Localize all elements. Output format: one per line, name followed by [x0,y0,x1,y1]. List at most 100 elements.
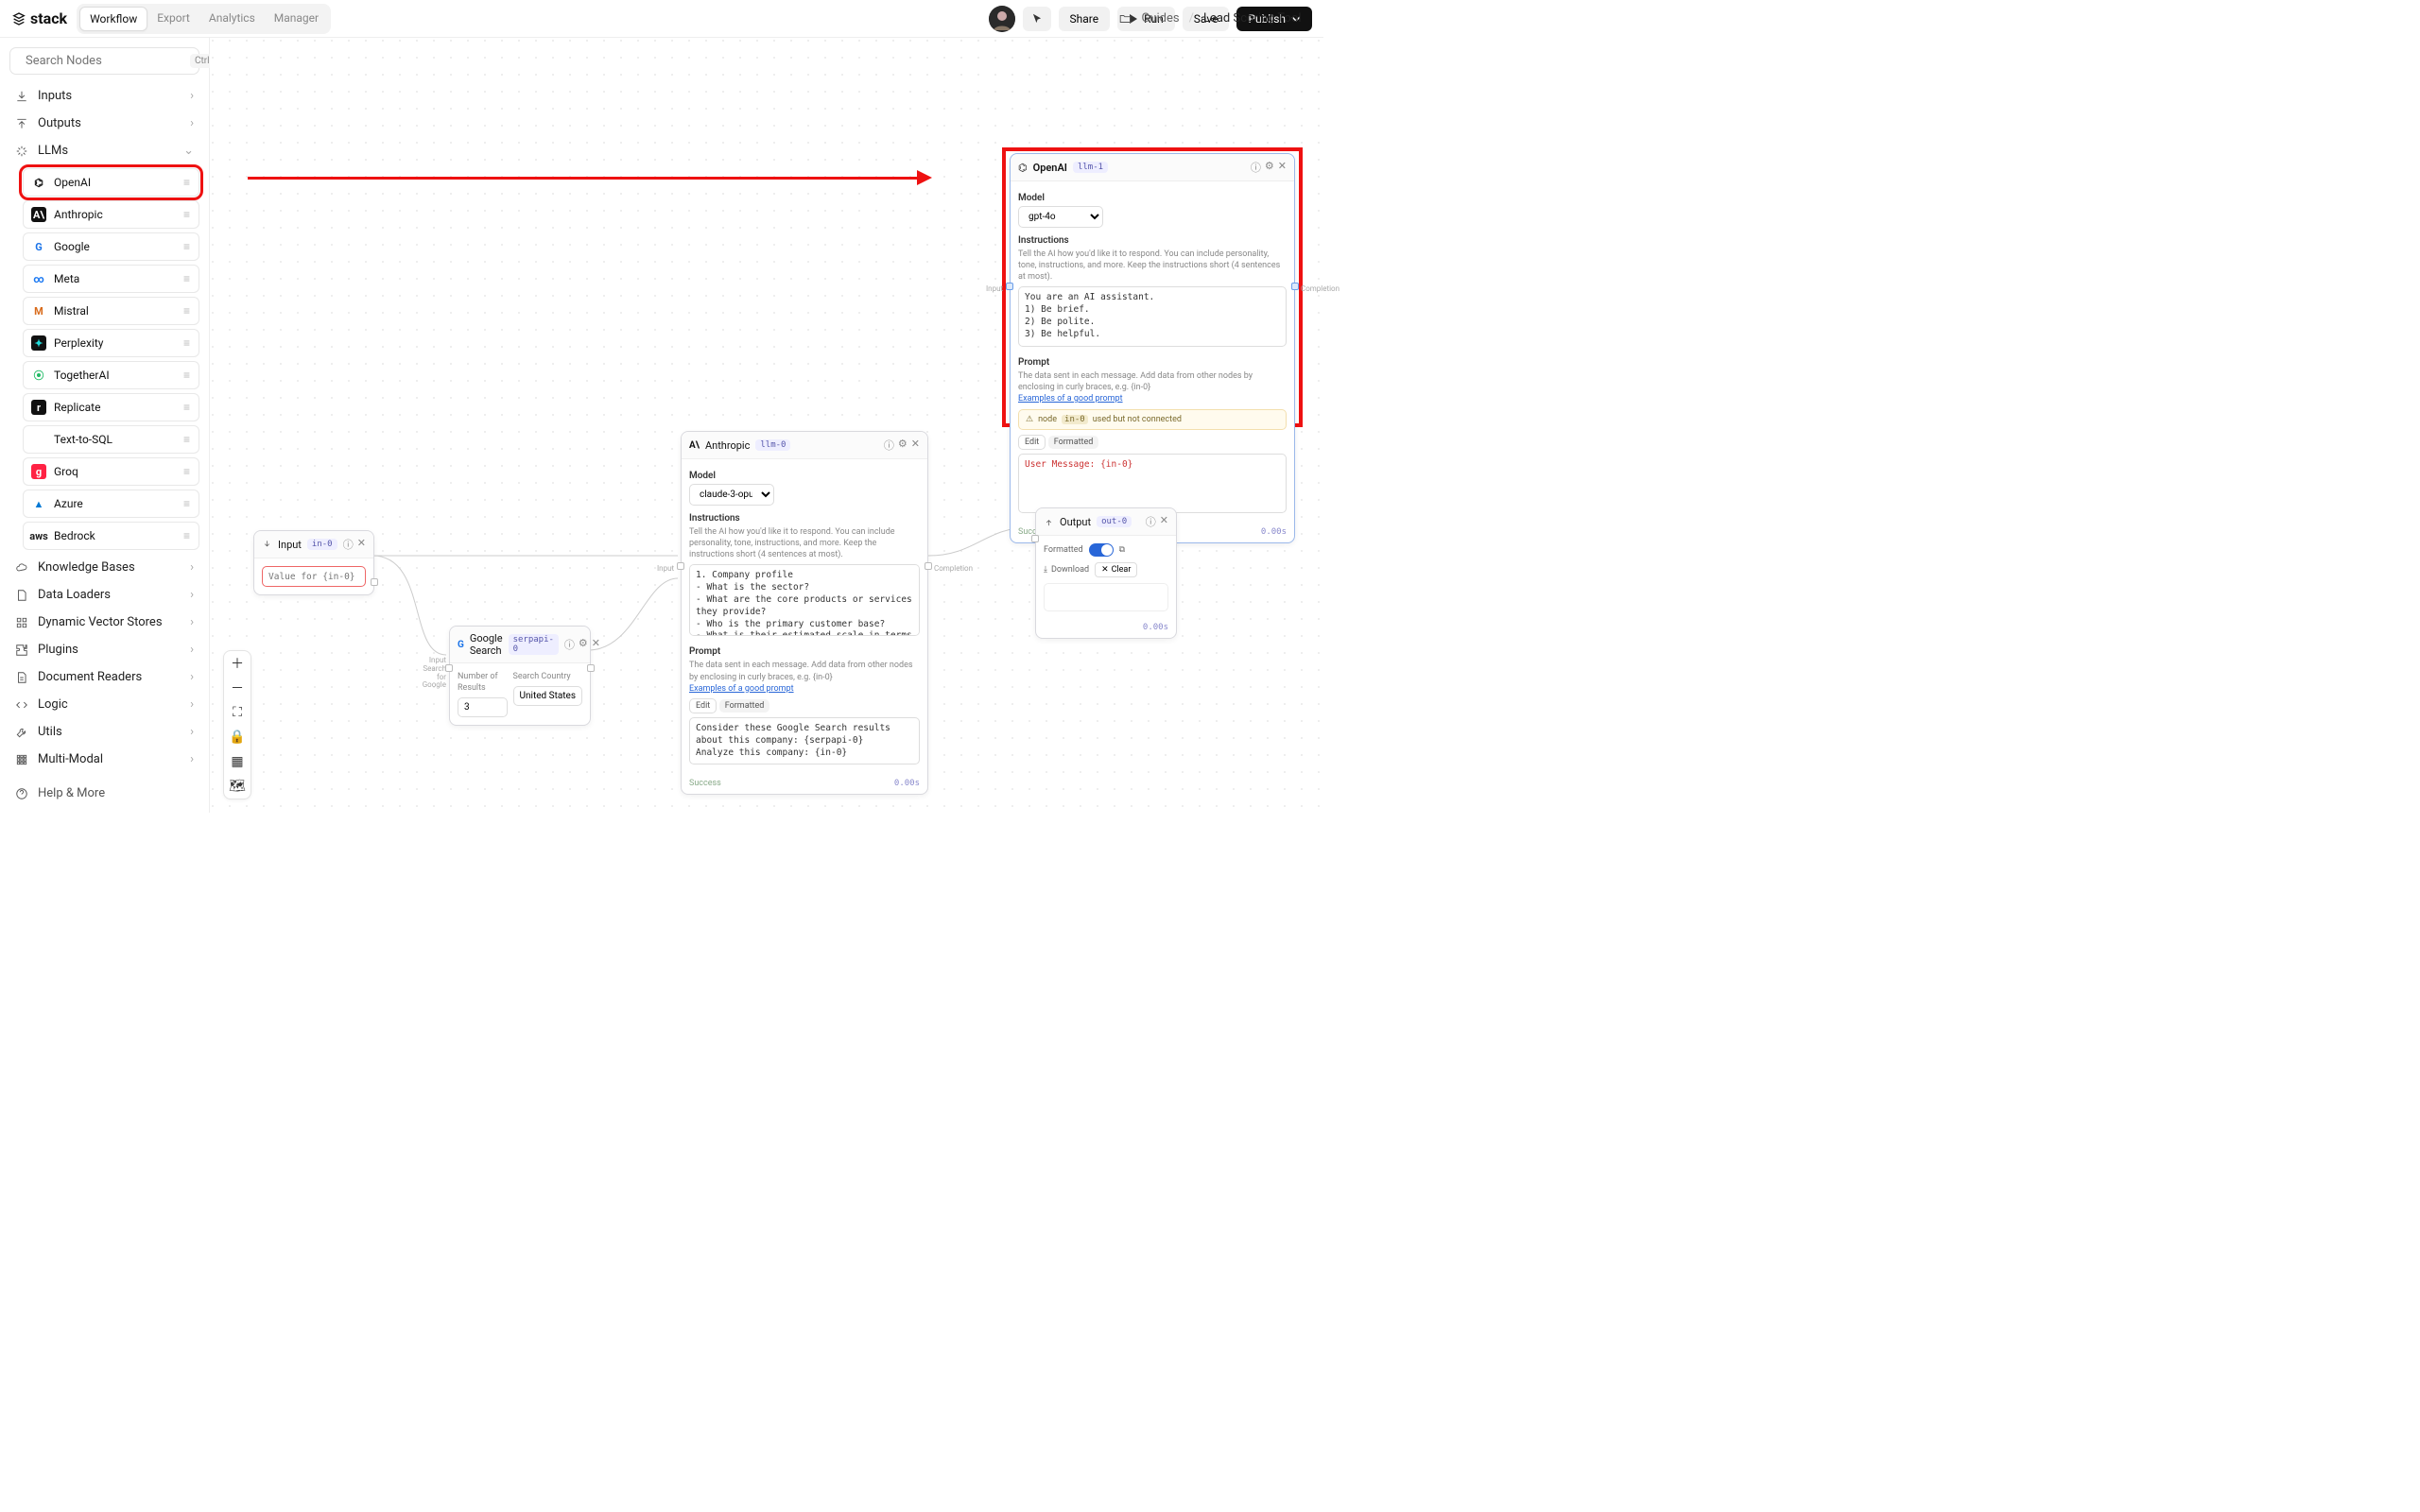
llm-item-mistral[interactable]: MMistral≡ [23,297,199,325]
input-handle[interactable] [1031,535,1039,542]
llm-item-google[interactable]: GGoogle≡ [23,232,199,261]
info-icon[interactable]: ⓘ [884,438,894,453]
copy-button[interactable]: ⧉ [1119,545,1125,555]
drag-handle-icon[interactable]: ≡ [183,401,191,414]
prompt-textarea[interactable]: User Message: {in-0} [1018,454,1287,513]
gear-icon[interactable]: ⚙ [1265,160,1274,175]
exec-time: 0.00s [1261,527,1287,537]
grid-button[interactable]: ▦ [224,749,251,774]
gear-icon[interactable]: ⚙ [579,637,588,652]
close-icon[interactable]: ✕ [911,438,920,453]
drag-handle-icon[interactable]: ≡ [183,465,191,478]
prompt-tab-formatted[interactable]: Formatted [719,699,770,713]
output-handle[interactable] [371,578,378,586]
prompt-tab-edit[interactable]: Edit [689,698,717,713]
drag-handle-icon[interactable]: ≡ [183,369,191,382]
cat-kb[interactable]: Knowledge Bases› [9,554,199,581]
drag-handle-icon[interactable]: ≡ [183,176,191,189]
cat-data-loaders[interactable]: Data Loaders› [9,581,199,609]
llm-item-bedrock[interactable]: awsBedrock≡ [23,522,199,550]
close-icon[interactable]: ✕ [357,537,366,552]
cat-inputs[interactable]: Inputs› [9,82,199,110]
results-count-input[interactable] [458,697,508,717]
tab-workflow[interactable]: Workflow [79,7,147,31]
formatted-toggle[interactable] [1089,543,1114,557]
model-select[interactable]: gpt-4o [1018,206,1103,228]
input-value-field[interactable] [262,566,366,587]
prompt-textarea[interactable]: Consider these Google Search results abo… [689,717,920,765]
llm-item-perplexity[interactable]: ✦Perplexity≡ [23,329,199,357]
drag-handle-icon[interactable]: ≡ [183,240,191,253]
input-handle[interactable] [677,562,684,570]
input-handle[interactable] [445,664,453,672]
close-icon[interactable]: ✕ [1278,160,1287,175]
fit-button[interactable]: ⛶ [224,700,251,725]
drag-handle-icon[interactable]: ≡ [183,497,191,510]
node-anthropic[interactable]: A\ Anthropic llm-0 ⓘ⚙✕ Model claude-3-op… [681,431,928,795]
zoom-out-button[interactable]: － [224,676,251,700]
close-icon[interactable]: ✕ [1160,514,1168,529]
close-icon[interactable]: ✕ [592,637,600,652]
output-handle[interactable] [925,562,932,570]
drag-handle-icon[interactable]: ≡ [183,272,191,285]
info-icon[interactable]: ⓘ [343,537,354,552]
avatar[interactable] [989,6,1015,32]
gear-icon[interactable]: ⚙ [898,438,908,453]
country-select[interactable] [513,686,583,706]
llm-item-openai[interactable]: ⌬OpenAI≡ [23,168,199,197]
download-button[interactable]: ⤓ Download [1044,565,1089,575]
tab-export[interactable]: Export [147,7,199,31]
prompt-examples-link[interactable]: Examples of a good prompt [1018,394,1123,404]
input-handle[interactable] [1006,283,1013,290]
cat-logic[interactable]: Logic› [9,691,199,718]
cat-plugins[interactable]: Plugins› [9,636,199,663]
model-select[interactable]: claude-3-opus [689,484,774,506]
tab-manager[interactable]: Manager [265,7,328,31]
map-button[interactable]: 🗺 [224,774,251,799]
search-field[interactable] [26,54,182,68]
llm-item-text-to-sql[interactable]: Text-to-SQL≡ [23,425,199,454]
drag-handle-icon[interactable]: ≡ [183,208,191,221]
cursor-button[interactable] [1023,7,1051,31]
info-icon[interactable]: ⓘ [564,637,575,652]
cat-llms[interactable]: LLMs⌄ [9,137,199,164]
output-handle[interactable] [587,664,595,672]
llm-item-togetherai[interactable]: ⦿TogetherAI≡ [23,361,199,389]
tab-analytics[interactable]: Analytics [199,7,265,31]
node-output[interactable]: Output out-0 ⓘ✕ Formatted ⧉ ⤓ Download ✕… [1035,507,1177,639]
cat-multimodal[interactable]: Multi-Modal› [9,746,199,773]
cat-doc-readers[interactable]: Document Readers› [9,663,199,691]
llm-item-meta[interactable]: ∞Meta≡ [23,265,199,293]
cat-outputs[interactable]: Outputs› [9,110,199,137]
node-google-search[interactable]: G Google Search serpapi-0 ⓘ⚙✕ Number of … [449,626,591,726]
lock-button[interactable]: 🔒 [224,725,251,749]
prompt-tab-edit[interactable]: Edit [1018,435,1046,450]
info-icon[interactable]: ⓘ [1251,160,1261,175]
llm-item-replicate[interactable]: rReplicate≡ [23,393,199,421]
zoom-in-button[interactable]: ＋ [224,651,251,676]
llm-provider-icon: G [31,239,46,254]
drag-handle-icon[interactable]: ≡ [183,529,191,542]
drag-handle-icon[interactable]: ≡ [183,336,191,350]
prompt-tab-formatted[interactable]: Formatted [1048,436,1099,449]
cat-vector-stores[interactable]: Dynamic Vector Stores› [9,609,199,636]
node-input[interactable]: Input in-0 ⓘ✕ [253,530,374,595]
info-icon[interactable]: ⓘ [1146,514,1156,529]
breadcrumb-file[interactable]: Lead Scoring Tool [1203,11,1302,26]
node-openai[interactable]: ⌬ OpenAI llm-1 ⓘ⚙✕ Model gpt-4o Instruct… [1010,153,1295,543]
llm-item-anthropic[interactable]: A\Anthropic≡ [23,200,199,229]
cat-utils[interactable]: Utils› [9,718,199,746]
prompt-examples-link[interactable]: Examples of a good prompt [689,684,794,694]
instructions-textarea[interactable]: You are an AI assistant. 1) Be brief. 2)… [1018,286,1287,346]
llm-item-groq[interactable]: gGroq≡ [23,457,199,486]
share-button[interactable]: Share [1059,7,1111,31]
clear-button[interactable]: ✕ Clear [1095,562,1137,577]
drag-handle-icon[interactable]: ≡ [183,304,191,318]
instructions-textarea[interactable]: 1. Company profile - What is the sector?… [689,564,920,636]
output-handle[interactable] [1291,283,1299,290]
help-link[interactable]: Help & More [9,773,199,814]
drag-handle-icon[interactable]: ≡ [183,433,191,446]
llm-item-azure[interactable]: ▲Azure≡ [23,490,199,518]
breadcrumb-folder[interactable]: Guides [1141,11,1179,26]
search-input[interactable]: CtrlK [9,47,199,75]
